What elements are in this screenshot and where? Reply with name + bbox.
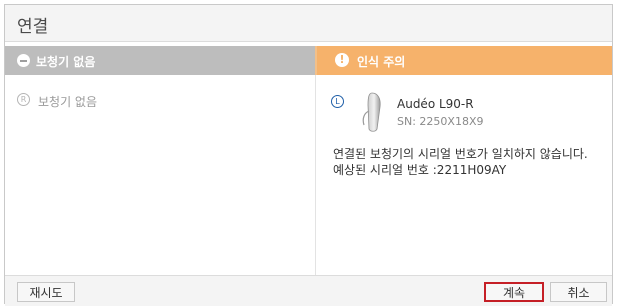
- hearing-aid-icon: [362, 92, 381, 132]
- dialog-footer: 재시도 계속 취소: [5, 275, 612, 306]
- left-panel-header: 보청기 없음: [5, 46, 315, 75]
- left-device-status: 보청기 없음: [38, 95, 98, 109]
- connection-dialog: 연결 보청기 없음 ! 인식 주의 R 보청기 없음 L Audéo L90-R…: [4, 4, 613, 306]
- dialog-title: 연결: [17, 17, 49, 37]
- expected-serial-message: 예상된 시리얼 번호 :2211H09AY: [333, 163, 507, 177]
- left-side-badge-icon: L: [331, 95, 344, 108]
- right-panel-header: ! 인식 주의: [315, 46, 612, 75]
- device-serial: SN: 2250X18X9: [397, 115, 484, 128]
- left-panel-title: 보청기 없음: [36, 55, 96, 69]
- dialog-titlebar: 연결: [5, 5, 612, 42]
- device-name: Audéo L90-R: [397, 97, 474, 111]
- minus-circle-icon: [17, 54, 30, 67]
- right-side-badge-icon: R: [17, 93, 30, 106]
- cancel-button[interactable]: 취소: [550, 282, 607, 302]
- mismatch-message: 연결된 보청기의 시리얼 번호가 일치하지 않습니다.: [333, 147, 588, 161]
- warning-icon: !: [335, 53, 349, 67]
- right-panel-title: 인식 주의: [357, 55, 406, 69]
- panel-divider: [315, 75, 316, 275]
- continue-button[interactable]: 계속: [484, 282, 544, 302]
- retry-button[interactable]: 재시도: [17, 282, 75, 302]
